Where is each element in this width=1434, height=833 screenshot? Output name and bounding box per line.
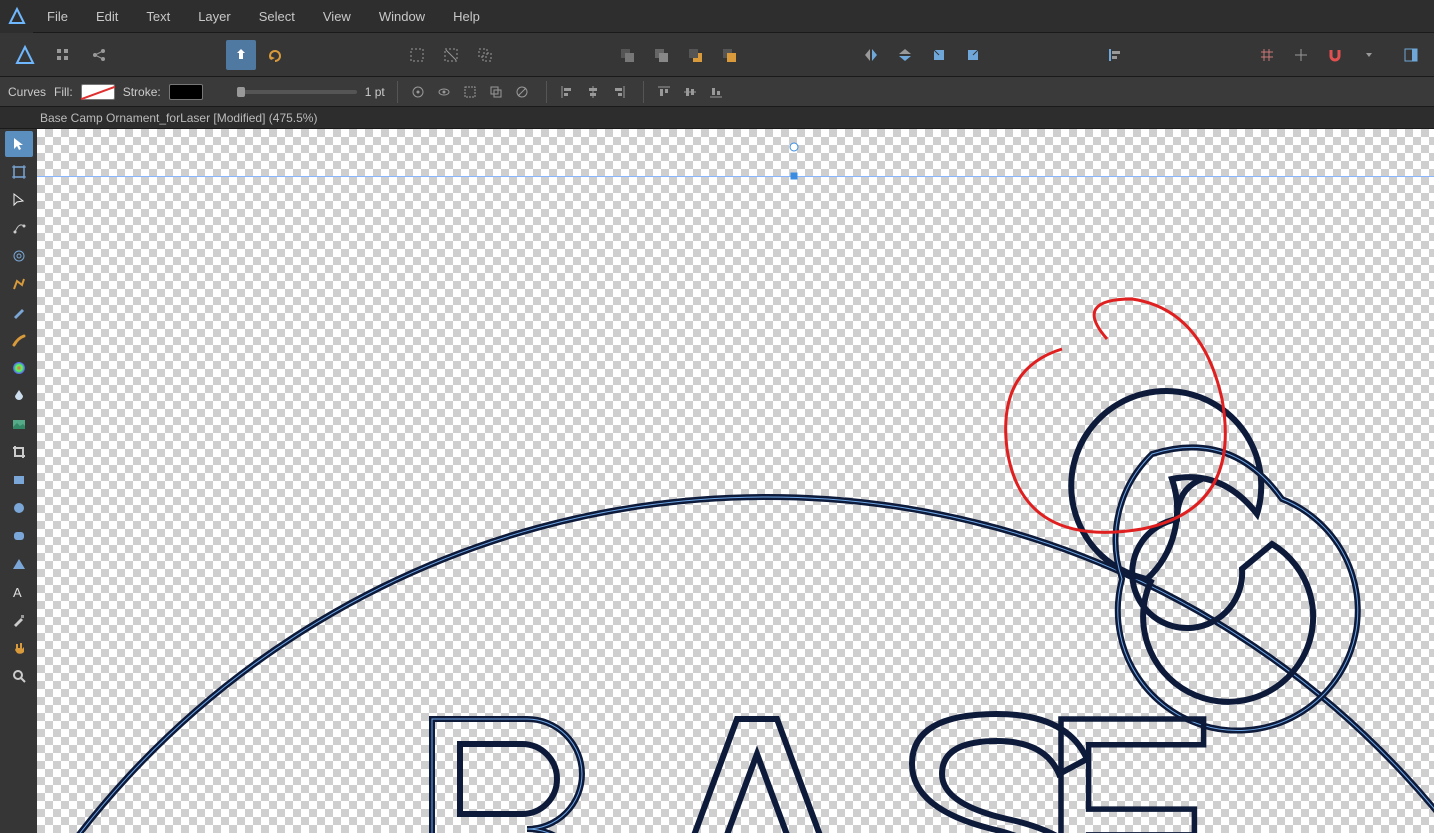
align-hcenter-ctx[interactable] bbox=[581, 81, 605, 103]
fill-swatch[interactable] bbox=[81, 84, 115, 100]
menu-view[interactable]: View bbox=[309, 0, 365, 33]
move-tool[interactable] bbox=[5, 131, 33, 157]
align-left-ctx[interactable] bbox=[555, 81, 579, 103]
revert-defaults-button[interactable] bbox=[260, 40, 290, 70]
sync-defaults-button[interactable] bbox=[226, 40, 256, 70]
right-panel-toggle[interactable] bbox=[1396, 40, 1426, 70]
rotate-cw-button[interactable] bbox=[958, 40, 988, 70]
align-bottom-ctx[interactable] bbox=[704, 81, 728, 103]
stroke-swatch[interactable] bbox=[169, 84, 203, 100]
rectangle-tool[interactable] bbox=[5, 467, 33, 493]
align-vcenter-ctx[interactable] bbox=[678, 81, 702, 103]
text-base-outline[interactable] bbox=[432, 714, 1206, 833]
view-pan-tool[interactable] bbox=[5, 635, 33, 661]
main-toolbar bbox=[0, 33, 1434, 77]
artwork-svg bbox=[37, 129, 1434, 833]
outer-circle-selection bbox=[37, 497, 1434, 833]
artistic-text-tool[interactable]: A bbox=[5, 579, 33, 605]
logo-flame-group[interactable] bbox=[1071, 391, 1358, 731]
zoom-tool[interactable] bbox=[5, 663, 33, 689]
vector-brush-tool[interactable] bbox=[5, 327, 33, 353]
document-title: Base Camp Ornament_forLaser [Modified] (… bbox=[40, 111, 317, 125]
crop-tool[interactable] bbox=[5, 439, 33, 465]
app-logo-icon bbox=[0, 0, 33, 33]
menu-select[interactable]: Select bbox=[245, 0, 309, 33]
svg-text:A: A bbox=[13, 585, 22, 600]
tools-panel: A bbox=[0, 129, 37, 833]
select-all-button[interactable] bbox=[402, 40, 432, 70]
transform-origin-button[interactable] bbox=[406, 81, 430, 103]
view-persona-button[interactable] bbox=[48, 40, 78, 70]
fill-tool[interactable] bbox=[5, 355, 33, 381]
arrange-front-button[interactable] bbox=[714, 40, 744, 70]
align-left-button[interactable] bbox=[1100, 40, 1130, 70]
share-icon[interactable] bbox=[84, 40, 114, 70]
place-image-tool[interactable] bbox=[5, 411, 33, 437]
node-tool[interactable] bbox=[5, 187, 33, 213]
color-picker-tool[interactable] bbox=[5, 607, 33, 633]
context-toolbar: Curves Fill: Stroke: 1 pt bbox=[0, 77, 1434, 107]
snap-grid-button[interactable] bbox=[1252, 40, 1282, 70]
top-center-handle[interactable] bbox=[791, 173, 798, 180]
arrange-back-button[interactable] bbox=[612, 40, 642, 70]
flip-vertical-button[interactable] bbox=[890, 40, 920, 70]
point-transform-tool[interactable] bbox=[5, 215, 33, 241]
artboard-tool[interactable] bbox=[5, 159, 33, 185]
canvas[interactable] bbox=[37, 129, 1434, 833]
rounded-rectangle-tool[interactable] bbox=[5, 523, 33, 549]
select-sync-button[interactable] bbox=[470, 40, 500, 70]
menu-edit[interactable]: Edit bbox=[82, 0, 132, 33]
workspace: A bbox=[0, 129, 1434, 833]
pencil-tool[interactable] bbox=[5, 299, 33, 325]
stroke-width-slider[interactable] bbox=[237, 90, 357, 94]
menu-bar: File Edit Text Layer Select View Window … bbox=[0, 0, 1434, 33]
stroke-width-value: 1 pt bbox=[365, 85, 385, 99]
align-top-ctx[interactable] bbox=[652, 81, 676, 103]
align-right-ctx[interactable] bbox=[607, 81, 631, 103]
menu-layer[interactable]: Layer bbox=[184, 0, 245, 33]
show-rotation-button[interactable] bbox=[432, 81, 456, 103]
snap-guides-button[interactable] bbox=[1286, 40, 1316, 70]
menu-text[interactable]: Text bbox=[132, 0, 184, 33]
object-type-label: Curves bbox=[8, 85, 46, 99]
hide-selection-button[interactable] bbox=[458, 81, 482, 103]
outer-circle-path[interactable] bbox=[37, 497, 1434, 833]
deselect-button[interactable] bbox=[436, 40, 466, 70]
ellipse-tool[interactable] bbox=[5, 495, 33, 521]
flip-horizontal-button[interactable] bbox=[856, 40, 886, 70]
fill-label: Fill: bbox=[54, 85, 73, 99]
rotation-handle[interactable] bbox=[790, 143, 799, 152]
menu-window[interactable]: Window bbox=[365, 0, 439, 33]
arrange-backone-button[interactable] bbox=[646, 40, 676, 70]
magnet-snap-button[interactable] bbox=[1320, 40, 1350, 70]
menu-file[interactable]: File bbox=[33, 0, 82, 33]
corner-tool[interactable] bbox=[5, 243, 33, 269]
cycle-select-button[interactable] bbox=[484, 81, 508, 103]
stroke-label: Stroke: bbox=[123, 85, 161, 99]
transparency-tool[interactable] bbox=[5, 383, 33, 409]
red-annotation-path[interactable] bbox=[1006, 299, 1226, 532]
lock-children-button[interactable] bbox=[510, 81, 534, 103]
document-tab[interactable]: Base Camp Ornament_forLaser [Modified] (… bbox=[0, 107, 1434, 129]
menu-help[interactable]: Help bbox=[439, 0, 494, 33]
triangle-tool[interactable] bbox=[5, 551, 33, 577]
arrange-frontone-button[interactable] bbox=[680, 40, 710, 70]
rotate-ccw-button[interactable] bbox=[924, 40, 954, 70]
app-icon bbox=[14, 44, 36, 66]
snap-options-button[interactable] bbox=[1354, 40, 1384, 70]
pen-tool[interactable] bbox=[5, 271, 33, 297]
